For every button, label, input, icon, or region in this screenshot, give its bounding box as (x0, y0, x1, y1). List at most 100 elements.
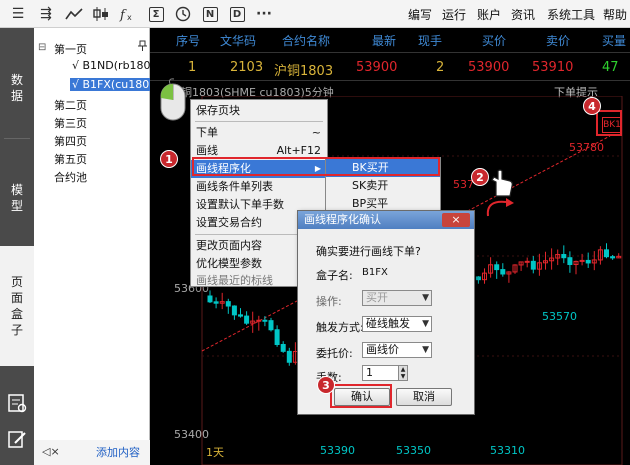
tree-box-b1nd[interactable]: √ B1ND(rb1805 (72, 59, 158, 72)
tree-box-b1fx[interactable]: √ B1FX(cu1803 (70, 78, 159, 91)
menu-save-block[interactable]: 保存页块 (191, 102, 327, 120)
menu-line-order-list[interactable]: 画线条件单列表 (191, 178, 327, 196)
row-code: 2103 (230, 60, 264, 75)
menu-help[interactable]: 帮助 (603, 6, 627, 23)
tab-data[interactable]: 数据 (0, 58, 34, 118)
col-lot: 现手 (418, 34, 443, 48)
candle-body (524, 260, 530, 263)
col-last: 最新 (372, 34, 397, 48)
page-tree: ⊟ 第一页 √ B1ND(rb1805 √ B1FX(cu1803 第二页 第三… (34, 28, 159, 465)
step-marker-4: 4 (583, 97, 601, 115)
highlight-box-3 (330, 384, 392, 408)
tree-footer: ◁× 添加内容 (34, 440, 150, 465)
candle-body (244, 315, 250, 324)
candle-body (207, 295, 213, 303)
row-bidvol: 47 (602, 60, 619, 75)
formula-icon[interactable]: fx (118, 4, 138, 24)
mute-icon[interactable]: ◁× (42, 445, 60, 458)
col-seq: 序号 (176, 34, 201, 48)
tree-page-1[interactable]: 第一页 (54, 41, 87, 57)
candle-body (286, 350, 292, 363)
menu-news[interactable]: 资讯 (511, 6, 535, 23)
operation-select: 买开 ▼ (362, 290, 432, 306)
col-ask: 卖价 (546, 34, 571, 48)
page-edit-icon[interactable] (6, 392, 28, 414)
col-code: 文华码 (220, 34, 257, 48)
trigger-label: 触发方式: (316, 321, 364, 334)
candle-body (567, 257, 573, 266)
highlight-box-4 (596, 110, 622, 136)
tree-contract-pool[interactable]: 合约池 (54, 169, 87, 185)
period-label: 1天 (206, 446, 224, 459)
candle-body (500, 269, 506, 275)
collapse-icon[interactable]: ⊟ (38, 42, 46, 53)
dialog-question: 确实要进行画线下单? (316, 245, 421, 258)
candle-body (585, 259, 591, 264)
box-name-label: 盒子名: (316, 269, 353, 282)
trigger-select[interactable]: 碰线触发 ▼ (362, 316, 432, 332)
axis-label-53400: 53400 (174, 428, 209, 441)
row-bid: 53900 (468, 60, 510, 75)
n-box-icon[interactable]: N (200, 4, 220, 24)
step-marker-2: 2 (471, 168, 489, 186)
candle-body (268, 320, 274, 331)
row-name[interactable]: 沪铜1803 (274, 60, 333, 79)
menu-edit[interactable]: 编写 (408, 6, 432, 23)
candle-body (231, 305, 237, 316)
qty-stepper[interactable]: ▲ ▼ (398, 365, 408, 381)
step-marker-1: 1 (160, 150, 178, 168)
row-lot: 2 (436, 60, 445, 75)
line-chart-icon[interactable] (64, 4, 84, 24)
candlestick-icon[interactable] (91, 4, 111, 24)
list-indent-icon[interactable]: ⇶ (36, 4, 56, 24)
price-label-53310: 53310 (490, 444, 525, 457)
candle-body (262, 319, 268, 322)
add-content-link[interactable]: 添加内容 (96, 444, 140, 460)
toolbar: ☰ ⇶ fx Σ N D ··· 编写 运行 账户 资讯 系统工具 帮助 (0, 0, 630, 28)
tree-page-3[interactable]: 第三页 (54, 115, 87, 131)
menu-system-tools[interactable]: 系统工具 (547, 6, 595, 23)
candle-body (274, 329, 280, 345)
highlight-box-1 (192, 157, 440, 176)
candle-body (475, 276, 481, 281)
box-name-value: B1FX (362, 267, 388, 278)
price-label-53350: 53350 (396, 444, 431, 457)
left-tab-bar: 数据 模型 页面盒子 (0, 28, 34, 465)
candle-body (604, 249, 609, 258)
pin-icon[interactable] (138, 40, 147, 55)
price-label: 委托价: (316, 347, 353, 360)
tab-model[interactable]: 模型 (0, 168, 34, 228)
menu-place-order[interactable]: 下单 ~ (191, 124, 327, 142)
price-label-53390: 53390 (320, 444, 355, 457)
more-icon[interactable]: ··· (254, 4, 274, 24)
submenu-sk-sell-open[interactable]: SK卖开 (326, 177, 440, 195)
candle-body (280, 343, 286, 352)
tab-page-box[interactable]: 页面盒子 (0, 246, 34, 366)
price-select[interactable]: 画线价 ▼ (362, 342, 432, 358)
list-icon[interactable]: ☰ (8, 4, 28, 24)
candle-body (610, 256, 616, 259)
cancel-button[interactable]: 取消 (396, 388, 452, 406)
candle-body (256, 319, 262, 322)
close-icon[interactable]: × (442, 213, 470, 227)
col-bidvol: 买量 (602, 34, 627, 48)
svg-text:x: x (127, 13, 132, 22)
clock-icon[interactable] (173, 4, 193, 24)
curved-arrow-icon (486, 198, 514, 217)
step-marker-3: 3 (317, 376, 335, 394)
mouse-icon (158, 78, 188, 122)
row-ask: 53910 (532, 60, 574, 75)
menu-account[interactable]: 账户 (477, 6, 501, 23)
col-bid: 买价 (482, 34, 507, 48)
d-box-icon[interactable]: D (227, 4, 247, 24)
tree-page-2[interactable]: 第二页 (54, 97, 87, 113)
candle-body (225, 301, 231, 307)
row-seq: 1 (188, 60, 197, 75)
candle-body (238, 314, 243, 317)
tree-page-4[interactable]: 第四页 (54, 133, 87, 149)
menu-run[interactable]: 运行 (442, 6, 466, 23)
tree-page-5[interactable]: 第五页 (54, 151, 87, 167)
candle-body (530, 260, 536, 270)
sigma-icon[interactable]: Σ (146, 4, 166, 24)
write-icon[interactable] (6, 428, 28, 450)
